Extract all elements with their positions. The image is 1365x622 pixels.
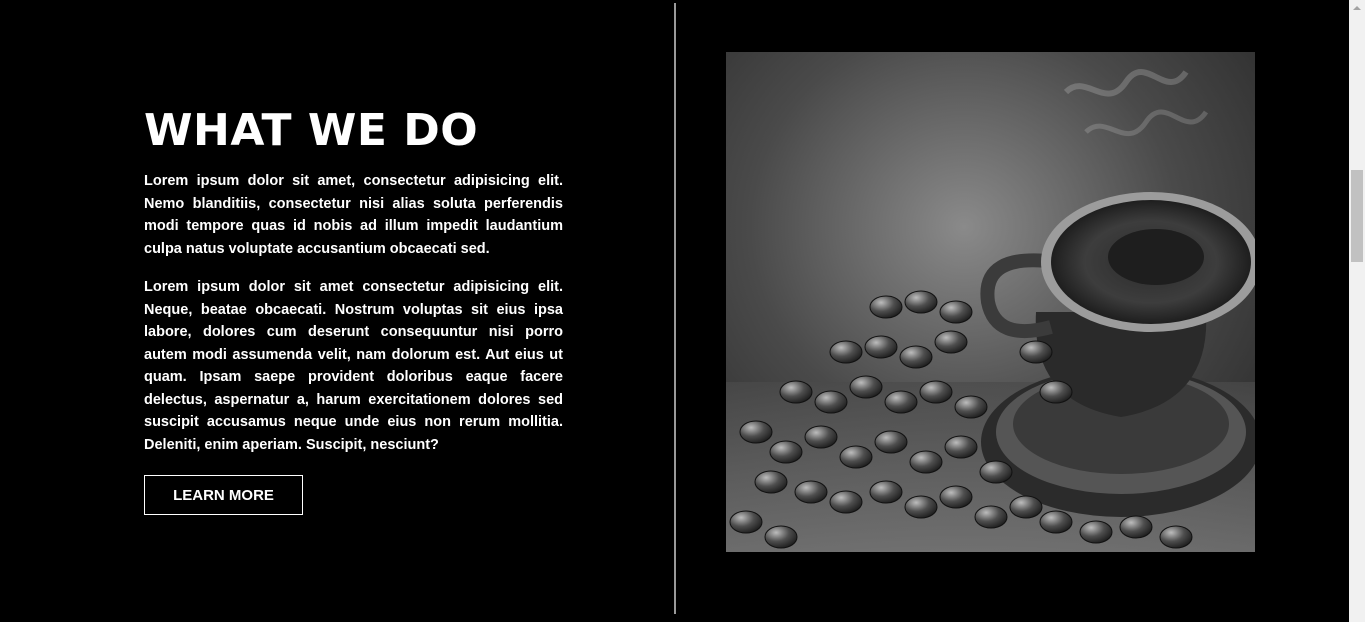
page-scrollbar[interactable] (1349, 0, 1365, 622)
section-title: WHAT WE DO (144, 105, 479, 156)
coffee-photo (726, 52, 1255, 552)
text-column: WHAT WE DO Lorem ipsum dolor sit amet, c… (144, 105, 563, 515)
detail-paragraph: Lorem ipsum dolor sit amet consectetur a… (144, 279, 563, 453)
coffee-image-illustration (726, 52, 1255, 552)
intro-paragraph: Lorem ipsum dolor sit amet, consectetur … (144, 173, 563, 257)
scroll-up-arrow-icon[interactable] (1349, 0, 1365, 16)
vertical-divider (674, 3, 676, 614)
learn-more-button[interactable]: LEARN MORE (144, 475, 303, 515)
scrollbar-thumb[interactable] (1351, 170, 1363, 262)
what-we-do-section: WHAT WE DO Lorem ipsum dolor sit amet, c… (0, 0, 1365, 622)
